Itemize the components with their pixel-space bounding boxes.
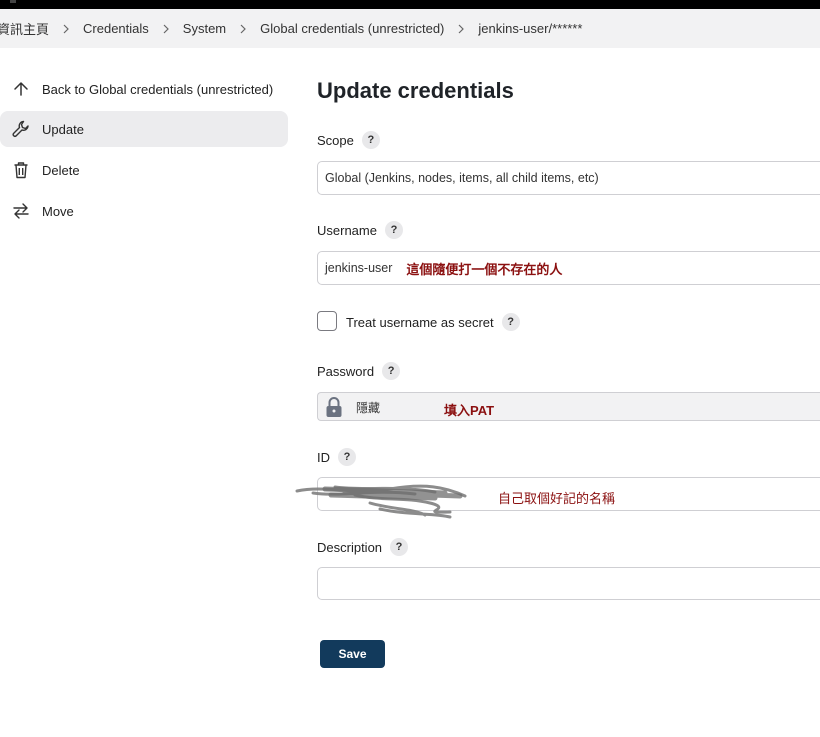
scope-value: Global (Jenkins, nodes, items, all child… <box>325 171 599 185</box>
username-value: jenkins-user <box>325 261 393 275</box>
sidebar-item-move[interactable]: Move <box>0 193 288 229</box>
password-annotation: 填入PAT <box>444 403 495 418</box>
sidebar-item-label: Delete <box>42 162 80 178</box>
redaction-scribble <box>295 484 467 519</box>
sidebar-item-delete[interactable]: Delete <box>0 152 288 188</box>
scope-label-text: Scope <box>317 132 354 148</box>
lock-icon <box>324 396 344 418</box>
sidebar-item-label: Move <box>42 203 74 219</box>
chevron-right-icon <box>231 19 255 39</box>
breadcrumb-dashboard[interactable]: 資訊主頁 <box>0 19 49 38</box>
chevron-right-icon <box>449 19 473 39</box>
treat-username-secret-checkbox[interactable] <box>317 311 337 331</box>
password-help-icon[interactable]: ? <box>382 362 401 380</box>
password-field[interactable]: 隱藏 填入PAT <box>317 392 820 421</box>
id-help-icon[interactable]: ? <box>338 448 356 466</box>
treat-secret-help-icon[interactable]: ? <box>501 313 520 331</box>
scope-label: Scope ? <box>317 131 380 149</box>
breadcrumb: 資訊主頁 Credentials System Global credentia… <box>0 9 820 48</box>
breadcrumb-current-credential[interactable]: jenkins-user/****** <box>478 21 582 36</box>
swap-arrows-icon <box>11 201 31 221</box>
username-input[interactable]: jenkins-user 這個隨便打一個不存在的人 <box>317 251 820 285</box>
treat-username-secret-label: Treat username as secret ? <box>346 313 520 331</box>
password-label-text: Password <box>317 363 375 379</box>
password-concealed-text: 隱藏 <box>356 401 381 415</box>
breadcrumb-system[interactable]: System <box>183 21 226 36</box>
username-label: Username ? <box>317 221 403 239</box>
id-annotation: 自己取個好記的名稱 <box>498 491 616 506</box>
chevron-right-icon <box>54 19 78 39</box>
scope-help-icon[interactable]: ? <box>361 131 380 149</box>
chevron-right-icon <box>154 19 178 39</box>
sidebar-item-back[interactable]: Back to Global credentials (unrestricted… <box>0 71 288 107</box>
id-label: ID ? <box>317 448 356 466</box>
description-label-text: Description <box>317 539 383 555</box>
sidebar-item-label: Back to Global credentials (unrestricted… <box>42 81 274 97</box>
arrow-up-icon <box>11 79 31 99</box>
username-help-icon[interactable]: ? <box>384 221 403 239</box>
sidebar-item-label: Update <box>42 121 84 137</box>
scope-select[interactable]: Global (Jenkins, nodes, items, all child… <box>317 161 820 195</box>
wrench-icon <box>11 119 31 139</box>
save-button[interactable]: Save <box>320 640 385 668</box>
header-logo-fragment <box>10 0 16 3</box>
trash-icon <box>11 160 31 180</box>
page-title: Update credentials <box>317 78 514 103</box>
breadcrumb-global-credentials[interactable]: Global credentials (unrestricted) <box>260 21 444 36</box>
breadcrumb-credentials[interactable]: Credentials <box>83 21 149 36</box>
username-annotation: 這個隨便打一個不存在的人 <box>406 261 563 277</box>
description-input[interactable] <box>317 567 820 600</box>
sidebar-item-update[interactable]: Update <box>0 111 288 147</box>
treat-username-secret-text: Treat username as secret <box>346 314 494 330</box>
id-label-text: ID <box>317 449 330 465</box>
top-header-bar <box>0 0 820 9</box>
password-label: Password ? <box>317 362 401 380</box>
username-label-text: Username <box>317 222 377 238</box>
description-help-icon[interactable]: ? <box>390 538 409 556</box>
description-label: Description ? <box>317 538 409 556</box>
